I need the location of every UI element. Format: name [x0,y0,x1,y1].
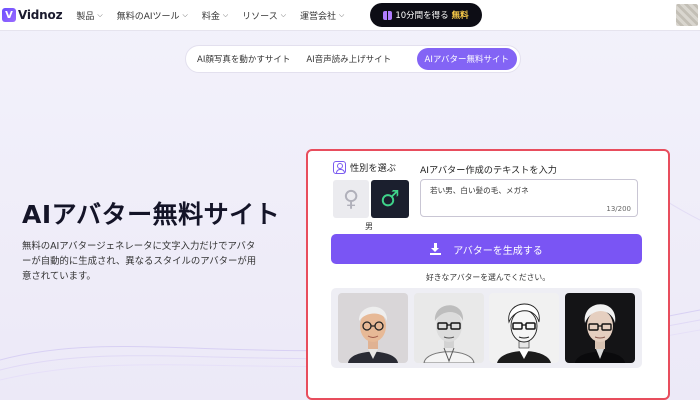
male-symbol-icon: ♂ [380,186,400,212]
chevron-down-icon: ⌵ [182,10,188,19]
person-icon [333,160,346,174]
female-symbol-icon: ♀ [342,186,360,212]
promo-free-label: 無料 [451,11,469,21]
page-description: 無料のAIアバタージェネレータに文字入力だけでアバターが自動的に生成され、異なる… [22,241,257,282]
gender-header: 性別を選ぶ [333,160,396,174]
avatar-option[interactable] [489,293,560,363]
menu-item-label: 運営会社 [300,11,337,22]
menu-item-resources[interactable]: リソース ⌵ [242,9,286,22]
gender-female-button[interactable]: ♀ [333,180,369,218]
top-nav: V Vidnoz 製品 ⌵ 無料のAIツール ⌵ 料金 ⌵ リソース ⌵ 運営会… [0,0,700,31]
avatar-option[interactable] [337,293,408,363]
chevron-down-icon: ⌵ [97,10,103,19]
avatar-option[interactable] [413,293,484,363]
page-title: AIアバター無料サイト [22,200,281,229]
main-menu: 製品 ⌵ 無料のAIツール ⌵ 料金 ⌵ リソース ⌵ 運営会社 ⌵ [76,9,358,22]
logo-text: Vidnoz [18,8,63,22]
menu-item-products[interactable]: 製品 ⌵ [76,9,102,22]
avatar-image [489,293,560,363]
generate-avatar-button[interactable]: アバターを生成する [331,234,642,264]
user-avatar[interactable] [676,4,698,26]
avatar-image [337,293,408,363]
logo-mark-icon: V [2,8,16,22]
tab-text-to-speech[interactable]: AI音声読み上げサイト [298,48,399,70]
avatar-generator-card: 性別を選ぶ ♀ ♂ 男 AIアバター作成のテキストを入力 若い男、白い髪の毛、メ… [306,149,670,400]
free-trial-button[interactable]: 10分間を得る 無料 [370,3,482,27]
menu-item-company[interactable]: 運営会社 ⌵ [300,9,344,22]
prompt-text: 若い男、白い髪の毛、メガネ [430,186,529,195]
tab-ai-avatar[interactable]: AIアバター無料サイト [416,48,517,70]
vidnoz-logo[interactable]: V Vidnoz [2,8,63,22]
avatar-prompt-input[interactable]: 若い男、白い髪の毛、メガネ 13/200 [420,179,638,217]
menu-item-label: 製品 [76,11,95,22]
chevron-down-icon: ⌵ [222,10,229,19]
avatar-image [565,293,636,363]
menu-item-free-ai-tools[interactable]: 無料のAIツール ⌵ [117,9,188,22]
menu-item-label: 無料のAIツール [116,11,180,22]
gender-label: 性別を選ぶ [350,163,396,174]
tool-tabs: AI顔写真を動かすサイト AI音声読み上げサイト AIアバター無料サイト [185,45,521,73]
selected-gender-caption: 男 [365,222,373,231]
download-icon [430,243,442,255]
chevron-down-icon: ⌵ [339,10,345,19]
gift-icon [383,10,393,20]
tab-photo-animate[interactable]: AI顔写真を動かすサイト [189,48,298,70]
text-input-label: AIアバター作成のテキストを入力 [420,165,557,176]
avatar-gallery [331,288,642,368]
promo-label: 10分間を得る [395,11,449,21]
avatar-option[interactable] [565,293,636,363]
menu-item-pricing[interactable]: 料金 ⌵ [202,9,228,22]
menu-item-label: リソース [242,11,278,22]
gender-male-button[interactable]: ♂ [371,180,409,218]
generate-button-label: アバターを生成する [453,245,543,257]
char-counter: 13/200 [606,205,631,213]
choose-avatar-hint: 好きなアバターを選んでください。 [425,273,551,282]
menu-item-label: 料金 [201,11,220,22]
avatar-image [413,293,484,363]
chevron-down-icon: ⌵ [280,10,287,19]
